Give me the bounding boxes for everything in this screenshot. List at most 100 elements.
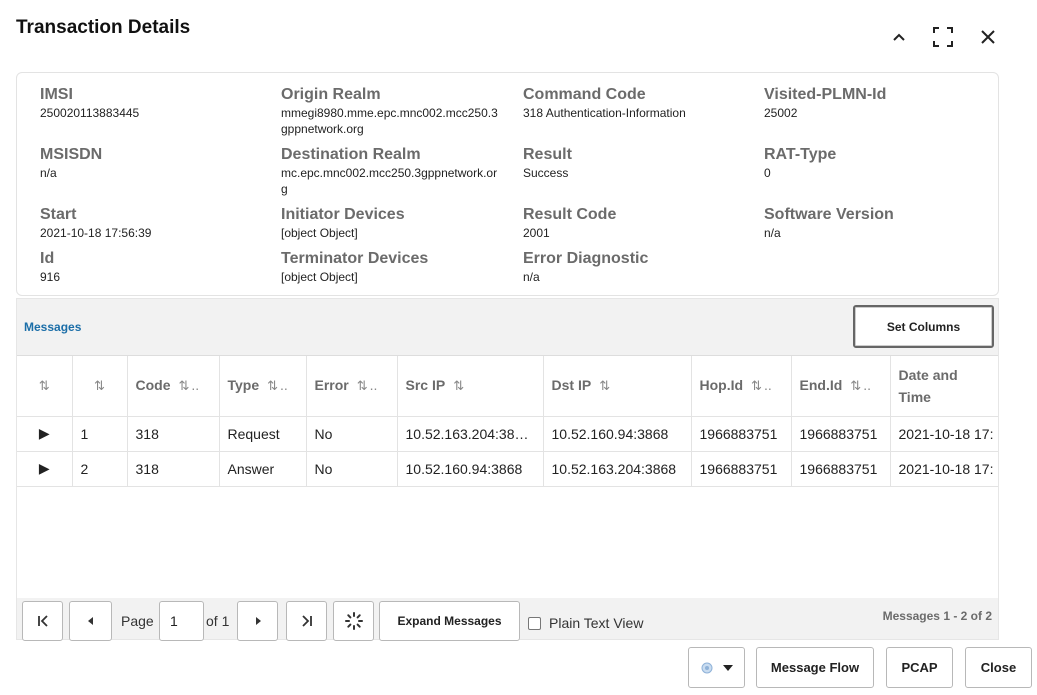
field-value: n/a — [764, 226, 781, 240]
message-flow-button[interactable]: Message Flow — [756, 647, 874, 688]
cell-hop-id: 1966883751 — [691, 416, 792, 452]
cell-type: Request — [219, 416, 307, 452]
close-button[interactable]: Close — [965, 647, 1032, 688]
field-value: 318 Authentication-Information — [523, 106, 686, 120]
field-software-version: Software Version n/a — [764, 206, 984, 241]
field-value: n/a — [523, 270, 540, 284]
field-label: MSISDN — [40, 146, 103, 163]
field-initiator-devices: Initiator Devices [object Object] — [281, 206, 501, 241]
column-header-hop-id[interactable]: Hop.Id ⇅.. — [691, 356, 792, 417]
last-page-button[interactable] — [286, 601, 327, 641]
sort-icon: ⇅ — [178, 378, 190, 394]
field-label: Result Code — [523, 206, 617, 223]
chevron-up-icon — [893, 33, 905, 41]
field-value: 2001 — [523, 226, 550, 240]
cell-code: 318 — [127, 416, 220, 452]
page-number-input[interactable] — [159, 601, 204, 641]
field-value: mmegi8980.mme.epc.mnc002.mcc250.3gppnetw… — [281, 106, 498, 136]
field-result: Result Success — [523, 146, 743, 181]
table-row[interactable]: ▶ 2 318 Answer No 10.52.160.94:3868 10.5… — [17, 451, 998, 487]
column-header-src-ip[interactable]: Src IP ⇅ — [397, 356, 544, 417]
cell-end-id: 1966883751 — [791, 451, 891, 487]
cell-error: No — [306, 451, 398, 487]
messages-count: Messages 1 - 2 of 2 — [882, 609, 992, 623]
plain-text-view-checkbox[interactable] — [528, 616, 541, 630]
sort-icon: ⇅ — [453, 378, 465, 394]
expand-row-icon[interactable]: ▶ — [17, 451, 73, 487]
field-value: Success — [523, 166, 569, 180]
sort-icon: ⇅ — [751, 378, 762, 394]
field-value: 916 — [40, 270, 61, 284]
last-page-icon — [301, 615, 312, 627]
field-value: 25002 — [764, 106, 798, 120]
column-header-type[interactable]: Type ⇅.. — [219, 356, 307, 417]
column-header-number[interactable]: ⇅ — [72, 356, 128, 417]
close-dialog-button[interactable] — [975, 24, 1001, 50]
sort-icon: ⇅ — [38, 378, 50, 394]
field-id: Id 916 — [40, 250, 260, 285]
spinner-icon — [344, 612, 363, 630]
messages-grid: ⇅ ⇅ Code ⇅.. Type ⇅.. Error ⇅.. Src IP ⇅ Dst… — [17, 355, 998, 598]
column-header-expander[interactable]: ⇅ — [17, 356, 73, 417]
cell-error: No — [306, 416, 398, 452]
expand-icon — [933, 27, 953, 47]
field-terminator-devices: Terminator Devices [object Object] — [281, 250, 501, 285]
cell-code: 318 — [127, 451, 220, 487]
table-header-row: ⇅ ⇅ Code ⇅.. Type ⇅.. Error ⇅.. Src IP ⇅ Dst… — [17, 356, 998, 417]
expand-row-icon[interactable]: ▶ — [17, 416, 73, 452]
cell-number: 2 — [72, 451, 128, 487]
table-row[interactable]: ▶ 1 318 Request No 10.52.163.204:38… 10.… — [17, 416, 998, 452]
column-header-dst-ip[interactable]: Dst IP ⇅ — [543, 356, 692, 417]
cell-date-time: 2021-10-18 17: — [890, 451, 998, 487]
set-columns-button[interactable]: Set Columns — [853, 305, 994, 348]
maximize-button[interactable] — [930, 24, 956, 50]
field-label: Error Diagnostic — [523, 250, 649, 267]
cell-type: Answer — [219, 451, 307, 487]
field-value: n/a — [40, 166, 57, 180]
messages-table: ⇅ ⇅ Code ⇅.. Type ⇅.. Error ⇅.. Src IP ⇅ Dst… — [17, 356, 998, 487]
theme-dropdown-button[interactable] — [688, 647, 745, 688]
field-label: Software Version — [764, 206, 894, 223]
field-origin-realm: Origin Realm mmegi8980.mme.epc.mnc002.mc… — [281, 86, 501, 137]
cell-dst-ip: 10.52.160.94:3868 — [543, 416, 692, 452]
first-page-button[interactable] — [22, 601, 63, 641]
next-page-button[interactable] — [237, 601, 278, 641]
details-panel: IMSI 250020113883445 Origin Realm mmegi8… — [16, 72, 999, 296]
field-label: Terminator Devices — [281, 250, 429, 267]
next-page-icon — [255, 617, 261, 625]
refresh-button[interactable] — [333, 601, 374, 641]
theme-dot-icon — [701, 662, 712, 673]
field-label: Result — [523, 146, 572, 163]
pcap-button[interactable]: PCAP — [886, 647, 953, 688]
cell-number: 1 — [72, 416, 128, 452]
field-label: Destination Realm — [281, 146, 421, 163]
field-command-code: Command Code 318 Authentication-Informat… — [523, 86, 743, 121]
field-label: IMSI — [40, 86, 73, 103]
cell-date-time: 2021-10-18 17: — [890, 416, 998, 452]
field-value: [object Object] — [281, 226, 358, 240]
field-label: Command Code — [523, 86, 646, 103]
close-icon — [981, 30, 995, 44]
column-header-error[interactable]: Error ⇅.. — [306, 356, 398, 417]
expand-messages-button[interactable]: Expand Messages — [379, 601, 520, 641]
cell-end-id: 1966883751 — [791, 416, 891, 452]
field-value: 2021-10-18 17:56:39 — [40, 226, 152, 240]
cell-src-ip: 10.52.163.204:38… — [397, 416, 544, 452]
first-page-icon — [37, 615, 48, 627]
collapse-button[interactable] — [886, 24, 912, 50]
field-value: [object Object] — [281, 270, 358, 284]
field-label: Start — [40, 206, 77, 223]
column-header-date-time[interactable]: Date and Time — [890, 356, 998, 417]
prev-page-button[interactable] — [69, 601, 112, 641]
field-destination-realm: Destination Realm mc.epc.mnc002.mcc250.3… — [281, 146, 501, 197]
messages-section: Messages Set Columns ⇅ ⇅ Code ⇅.. Type ⇅..… — [16, 298, 999, 641]
plain-text-view-label: Plain Text View — [549, 615, 644, 631]
column-header-code[interactable]: Code ⇅.. — [127, 356, 220, 417]
plain-text-view-toggle[interactable]: Plain Text View — [528, 615, 643, 631]
field-label: Origin Realm — [281, 86, 381, 103]
field-value: mc.epc.mnc002.mcc250.3gppnetwork.org — [281, 166, 498, 196]
field-value: 0 — [764, 166, 771, 180]
page-of-label: of 1 — [206, 613, 230, 629]
column-header-end-id[interactable]: End.Id ⇅.. — [791, 356, 891, 417]
field-imsi: IMSI 250020113883445 — [40, 86, 260, 121]
